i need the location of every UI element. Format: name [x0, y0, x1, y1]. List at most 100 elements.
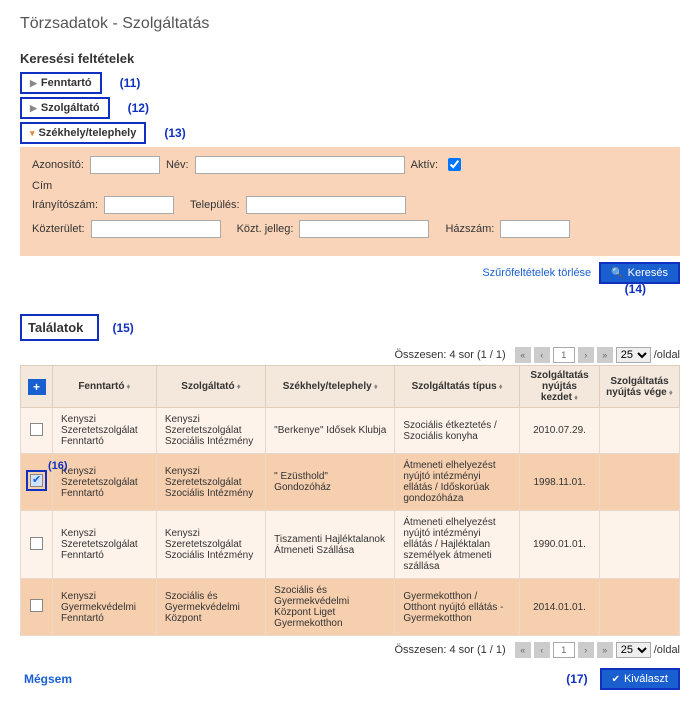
label-nev: Név:	[166, 159, 189, 171]
per-page-suffix: /oldal	[654, 644, 680, 656]
koztjelleg-input[interactable]	[299, 220, 429, 238]
cell-tipus: Átmeneti elhelyezést nyújtó intézményi e…	[395, 511, 520, 579]
results-table: + Fenntartó♦ Szolgáltató♦ Székhely/telep…	[20, 365, 680, 636]
search-criteria-heading: Keresési feltételek	[20, 51, 680, 66]
annotation-13: (13)	[164, 126, 185, 140]
table-row: Kenyszi Szeretetszolgálat FenntartóKenys…	[21, 511, 680, 579]
pager-next-icon[interactable]: ›	[578, 642, 594, 658]
table-row: Kenyszi Szeretetszolgálat FenntartóKenys…	[21, 408, 680, 454]
pager-summary: Összesen: 4 sor (1 / 1)	[394, 644, 505, 656]
col-fenntarto[interactable]: Fenntartó♦	[53, 366, 157, 408]
chevron-right-icon: ▶	[30, 78, 37, 89]
col-szolgaltato[interactable]: Szolgáltató♦	[156, 366, 265, 408]
annotation-12: (12)	[128, 101, 149, 115]
sort-icon: ♦	[374, 382, 378, 391]
szekhely-panel: Azonosító: Név: Aktív: Cím Irányítószám:…	[20, 147, 680, 256]
cell-vege	[600, 511, 680, 579]
sort-icon: ♦	[126, 382, 130, 391]
telepules-input[interactable]	[246, 196, 406, 214]
cell-vege	[600, 408, 680, 454]
pager-next-icon[interactable]: ›	[578, 347, 594, 363]
accordion-label: Székhely/telephely	[39, 127, 137, 139]
cell-szolgaltato: Kenyszi Szeretetszolgálat Szociális Inté…	[156, 408, 265, 454]
annotation-16: (16)	[48, 460, 68, 472]
chevron-right-icon: ▶	[30, 103, 37, 114]
cell-fenntarto: Kenyszi Szeretetszolgálat Fenntartó	[53, 454, 157, 511]
annotation-15: (15)	[112, 321, 133, 335]
accordion-label: Szolgáltató	[41, 102, 100, 114]
label-koztjelleg: Közt. jelleg:	[237, 223, 294, 235]
annotation-17: (17)	[566, 672, 587, 686]
per-page-select[interactable]: 25	[616, 347, 651, 363]
cell-vege	[600, 579, 680, 636]
cim-heading: Cím	[32, 180, 668, 192]
add-row-button[interactable]: +	[28, 379, 46, 395]
cell-tipus: Szociális étkeztetés / Szociális konyha	[395, 408, 520, 454]
page-title: Törzsadatok - Szolgáltatás	[20, 15, 680, 33]
hazszam-input[interactable]	[500, 220, 570, 238]
cell-szolgaltato: Kenyszi Szeretetszolgálat Szociális Inté…	[156, 454, 265, 511]
cell-kezdet: 2014.01.01.	[520, 579, 600, 636]
cell-tipus: Gyermekotthon / Otthont nyújtó ellátás -…	[395, 579, 520, 636]
cancel-link[interactable]: Mégsem	[20, 672, 72, 686]
pager-last-icon[interactable]: »	[597, 347, 613, 363]
col-tipus[interactable]: Szolgáltatás típus♦	[395, 366, 520, 408]
per-page-select[interactable]: 25	[616, 642, 651, 658]
annotation-frame	[26, 470, 47, 491]
pager-first-icon[interactable]: «	[515, 347, 531, 363]
cell-fenntarto: Kenyszi Szeretetszolgálat Fenntartó	[53, 408, 157, 454]
table-row: Kenyszi Gyermekvédelmi FenntartóSzociáli…	[21, 579, 680, 636]
pager-page-input[interactable]: 1	[553, 642, 575, 658]
pager-page-input[interactable]: 1	[553, 347, 575, 363]
pager-prev-icon[interactable]: ‹	[534, 347, 550, 363]
col-vege[interactable]: Szolgáltatás nyújtás vége♦	[600, 366, 680, 408]
cell-fenntarto: Kenyszi Szeretetszolgálat Fenntartó	[53, 511, 157, 579]
search-button[interactable]: 🔍 Keresés	[599, 262, 680, 284]
check-icon: ✔	[612, 674, 620, 685]
azonosito-input[interactable]	[90, 156, 160, 174]
pager-last-icon[interactable]: »	[597, 642, 613, 658]
search-button-label: Keresés	[628, 267, 668, 279]
sort-icon: ♦	[237, 382, 241, 391]
sort-icon: ♦	[669, 388, 673, 397]
cell-szekhely: "Berkenye" Idősek Klubja	[266, 408, 395, 454]
label-kozterulet: Közterület:	[32, 223, 85, 235]
sort-icon: ♦	[499, 382, 503, 391]
aktiv-checkbox[interactable]	[448, 158, 461, 171]
select-button[interactable]: ✔ Kiválaszt	[600, 668, 680, 690]
chevron-down-icon: ▾	[30, 128, 35, 139]
select-button-label: Kiválaszt	[624, 673, 668, 685]
per-page-suffix: /oldal	[654, 349, 680, 361]
label-telepules: Település:	[190, 199, 240, 211]
col-kezdet[interactable]: Szolgáltatás nyújtás kezdet♦	[520, 366, 600, 408]
row-checkbox[interactable]	[30, 537, 43, 550]
table-row: (16)Kenyszi Szeretetszolgálat FenntartóK…	[21, 454, 680, 511]
search-icon: 🔍	[611, 268, 623, 279]
cell-kezdet: 2010.07.29.	[520, 408, 600, 454]
accordion-fenntarto[interactable]: ▶ Fenntartó	[20, 72, 102, 94]
accordion-label: Fenntartó	[41, 77, 92, 89]
cell-szekhely: " Ezüsthold" Gondozóház	[266, 454, 395, 511]
irsz-input[interactable]	[104, 196, 174, 214]
cell-szekhely: Szociális és Gyermekvédelmi Központ Lige…	[266, 579, 395, 636]
pager-summary: Összesen: 4 sor (1 / 1)	[394, 349, 505, 361]
accordion-szolgaltato[interactable]: ▶ Szolgáltató	[20, 97, 110, 119]
pager-first-icon[interactable]: «	[515, 642, 531, 658]
pager-top: Összesen: 4 sor (1 / 1) « ‹ 1 › » 25 /ol…	[20, 347, 680, 363]
nev-input[interactable]	[195, 156, 405, 174]
pager-prev-icon[interactable]: ‹	[534, 642, 550, 658]
sort-icon: ♦	[574, 393, 578, 402]
kozterulet-input[interactable]	[91, 220, 221, 238]
cell-fenntarto: Kenyszi Gyermekvédelmi Fenntartó	[53, 579, 157, 636]
annotation-11: (11)	[120, 76, 141, 90]
cell-szolgaltato: Szociális és Gyermekvédelmi Központ	[156, 579, 265, 636]
clear-filters-link[interactable]: Szűrőfeltételek törlése	[482, 267, 591, 279]
col-szekhely[interactable]: Székhely/telephely♦	[266, 366, 395, 408]
cell-kezdet: 1998.11.01.	[520, 454, 600, 511]
col-plus: +	[21, 366, 53, 408]
row-checkbox[interactable]	[30, 423, 43, 436]
pager-bottom: Összesen: 4 sor (1 / 1) « ‹ 1 › » 25 /ol…	[20, 642, 680, 658]
accordion-szekhely[interactable]: ▾ Székhely/telephely	[20, 122, 146, 144]
row-checkbox[interactable]	[30, 599, 43, 612]
label-aktiv: Aktív:	[411, 159, 439, 171]
